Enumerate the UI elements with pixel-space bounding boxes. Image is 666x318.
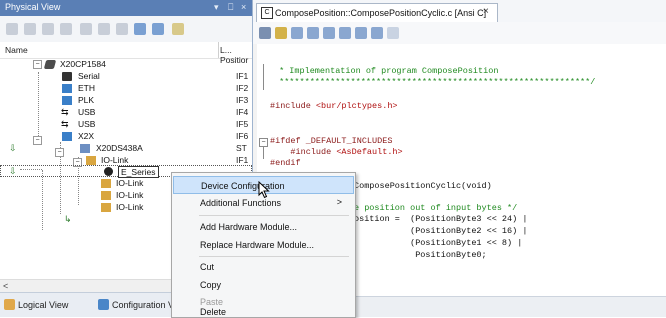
menu-separator (199, 215, 349, 216)
code-function: ComposePositionCyclic(void) (354, 181, 492, 191)
physical-view-titlebar: Physical View ▾ ⎕ × (0, 0, 252, 16)
menu-separator (199, 256, 349, 257)
pin-icon[interactable]: ⎕ (228, 2, 233, 13)
powerlink-icon (62, 96, 72, 105)
fold-line (263, 147, 264, 159)
code-statement: osition = (PositionByte3 << 24) | (354, 214, 528, 224)
code-endif: #endif (270, 158, 301, 168)
code-ifdef: #ifdef _DEFAULT_INCLUDES (270, 136, 393, 146)
io-link-icon (101, 191, 111, 200)
fold-line (263, 64, 264, 90)
code-comment: ****************************************… (274, 77, 596, 87)
io-link-icon (101, 203, 111, 212)
toolbar-button-icon[interactable] (291, 27, 303, 39)
module-icon (80, 144, 90, 153)
editor-toolbar (253, 22, 666, 45)
device-icon (104, 167, 113, 176)
tree-item-x20ds438a[interactable]: ⇩ X20DS438A ST (0, 143, 252, 155)
mouse-cursor-icon (258, 181, 270, 199)
module-status-icon: ⇩ (9, 143, 17, 153)
logical-view-icon (4, 299, 15, 310)
toolbar-button-icon[interactable] (80, 23, 92, 35)
tree-item-x2x[interactable]: X2X IF6 (0, 131, 252, 143)
tree-item-io-link-4[interactable]: IO-Link (0, 202, 170, 214)
close-icon[interactable]: × (241, 2, 246, 12)
code-statement: (PositionByte2 << 16) | (354, 226, 528, 236)
add-module-icon[interactable]: ↳ (64, 214, 74, 224)
cpu-icon (43, 60, 57, 69)
toolbar-button-icon[interactable] (307, 27, 319, 39)
toolbar-button-icon[interactable] (24, 23, 36, 35)
toolbar-button-icon[interactable] (339, 27, 351, 39)
module-status-icon: ⇩ (9, 166, 17, 176)
tree-item-eth[interactable]: ETH IF2 (0, 83, 252, 95)
toolbar-button-icon[interactable] (172, 23, 184, 35)
toolbar-button-icon[interactable] (152, 23, 164, 35)
tree-item-usb-1[interactable]: ⇆ USB IF4 (0, 107, 252, 119)
menu-item-cut[interactable]: Cut (173, 258, 354, 276)
io-link-icon (86, 156, 96, 165)
toolbar-button-icon[interactable] (42, 23, 54, 35)
name-column-header[interactable]: Name (5, 45, 28, 55)
toolbar-button-icon[interactable] (259, 27, 271, 39)
tree-item-plk[interactable]: PLK IF3 (0, 95, 252, 107)
editor-tab-composepositioncyclic[interactable]: C ComposePosition::ComposePositionCyclic… (256, 3, 498, 22)
menu-item-delete[interactable]: Delete (173, 308, 354, 316)
toolbar-button-icon[interactable] (323, 27, 335, 39)
panel-title: Physical View (5, 2, 61, 12)
tree-column-header: Name L... Positior (0, 42, 252, 65)
tree-item-io-link-3[interactable]: IO-Link (0, 190, 170, 202)
toolbar-button-icon[interactable] (355, 27, 367, 39)
code-statement: (PositionByte1 << 8) | (354, 238, 523, 248)
x2x-bus-icon (62, 132, 72, 141)
tab-logical-view[interactable]: Logical View (4, 297, 96, 313)
ethernet-icon (62, 84, 72, 93)
toolbar-button-icon[interactable] (275, 27, 287, 39)
close-tab-icon[interactable]: × (483, 6, 489, 17)
tree-item-x20cp1584[interactable]: X20CP1584 (0, 59, 252, 71)
fold-toggle[interactable]: − (259, 138, 268, 147)
tree-item-serial[interactable]: Serial IF1 (0, 71, 252, 83)
tree-item-io-link-2[interactable]: IO-Link (0, 178, 170, 190)
code-include: #include <bur/plctypes.h> (270, 101, 398, 111)
usb-icon: ⇆ (61, 107, 69, 117)
editor-tab-strip: C ComposePosition::ComposePositionCyclic… (253, 0, 666, 23)
tree-item-usb-2[interactable]: ⇆ USB IF5 (0, 119, 252, 131)
toolbar-button-icon[interactable] (387, 27, 399, 39)
usb-icon: ⇆ (61, 119, 69, 129)
toolbar-button-icon[interactable] (134, 23, 146, 35)
toolbar-button-icon[interactable] (371, 27, 383, 39)
io-link-icon (101, 179, 111, 188)
c-file-icon: C (261, 7, 273, 19)
code-comment: e position out of input bytes */ (354, 203, 518, 213)
menu-item-replace-hardware-module[interactable]: Replace Hardware Module... (173, 236, 354, 254)
toolbar-button-icon[interactable] (60, 23, 72, 35)
serial-port-icon (62, 72, 72, 81)
code-comment: * Implementation of program ComposePosit… (274, 66, 499, 76)
dropdown-icon[interactable]: ▾ (214, 2, 219, 13)
code-statement: PositionByte0; (354, 250, 487, 260)
menu-item-add-hardware-module[interactable]: Add Hardware Module... (173, 218, 354, 236)
menu-item-copy[interactable]: Copy (173, 276, 354, 294)
toolbar-button-icon[interactable] (116, 23, 128, 35)
code-include: #include <AsDefault.h> (270, 147, 403, 157)
configuration-view-icon (98, 299, 109, 310)
column-separator[interactable] (218, 42, 219, 58)
physical-view-toolbar (0, 16, 252, 43)
toolbar-button-icon[interactable] (6, 23, 18, 35)
toolbar-button-icon[interactable] (98, 23, 110, 35)
submenu-arrow-icon: > (336, 197, 342, 207)
scroll-left-icon[interactable]: < (3, 281, 8, 291)
